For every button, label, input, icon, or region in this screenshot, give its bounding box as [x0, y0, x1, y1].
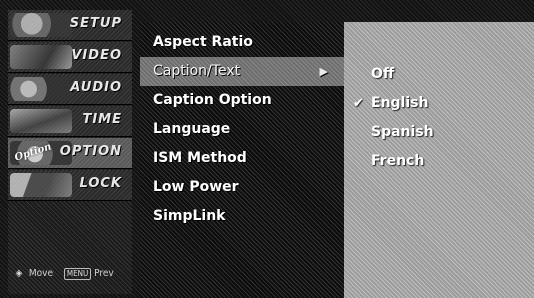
menu-item-label: Aspect Ratio — [153, 34, 253, 50]
tab-label: SETUP — [69, 16, 122, 31]
tab-audio[interactable]: AUDIO — [8, 74, 132, 105]
option-french[interactable]: French — [344, 147, 534, 176]
menu-item-ism-method[interactable]: ISM Method — [140, 144, 344, 173]
tab-time[interactable]: TIME — [8, 106, 132, 137]
navigation-hint: ◈ Move MENU Prev — [12, 268, 114, 280]
option-label: Off — [371, 66, 395, 82]
menu-item-label: ISM Method — [153, 150, 247, 166]
tab-lock[interactable]: LOCK — [8, 170, 132, 201]
menu-item-label: SimpLink — [153, 208, 226, 224]
prev-label: Prev — [94, 268, 114, 279]
menu-item-simplink[interactable]: SimpLink — [140, 202, 344, 231]
lock-thumbnail — [10, 173, 72, 197]
option-label: Spanish — [371, 124, 434, 140]
option-off[interactable]: Off — [344, 60, 534, 89]
setup-thumbnail — [10, 13, 72, 37]
menu-item-language[interactable]: Language — [140, 115, 344, 144]
tab-label: TIME — [82, 112, 122, 127]
menu-item-caption-text[interactable]: Caption/Text ▶ — [140, 57, 344, 86]
caption-text-submenu: Off ✔ English Spanish French — [344, 22, 534, 298]
menu-item-label: Low Power — [153, 179, 239, 195]
menu-item-label: Caption Option — [153, 92, 272, 108]
tv-menu-screen: SETUP VIDEO AUDIO TIME Option OPTION LOC… — [0, 0, 534, 298]
tab-label: OPTION — [59, 144, 122, 159]
menu-item-aspect-ratio[interactable]: Aspect Ratio — [140, 28, 344, 57]
option-label: French — [371, 153, 425, 169]
tab-label: LOCK — [79, 176, 122, 191]
time-thumbnail — [10, 109, 72, 133]
tab-label: VIDEO — [71, 48, 122, 63]
option-spanish[interactable]: Spanish — [344, 118, 534, 147]
tab-label: AUDIO — [70, 80, 122, 95]
check-icon: ✔ — [353, 96, 364, 111]
menu-item-caption-option[interactable]: Caption Option — [140, 86, 344, 115]
tab-video[interactable]: VIDEO — [8, 42, 132, 73]
menu-key-icon: MENU — [63, 268, 92, 280]
video-thumbnail — [10, 45, 72, 69]
menu-tabs: SETUP VIDEO AUDIO TIME Option OPTION LOC… — [8, 10, 132, 294]
menu-item-label: Language — [153, 121, 231, 137]
option-english[interactable]: ✔ English — [344, 89, 534, 118]
move-label: Move — [28, 268, 53, 279]
submenu-arrow-icon: ▶ — [319, 65, 328, 78]
audio-thumbnail — [10, 77, 72, 101]
tab-setup[interactable]: SETUP — [8, 10, 132, 41]
move-icon: ◈ — [15, 268, 23, 279]
menu-item-low-power[interactable]: Low Power — [140, 173, 344, 202]
option-menu: Aspect Ratio Caption/Text ▶ Caption Opti… — [140, 22, 344, 298]
option-label: English — [371, 95, 429, 111]
menu-item-label: Caption/Text — [153, 63, 241, 79]
tab-option[interactable]: Option OPTION — [8, 138, 132, 169]
